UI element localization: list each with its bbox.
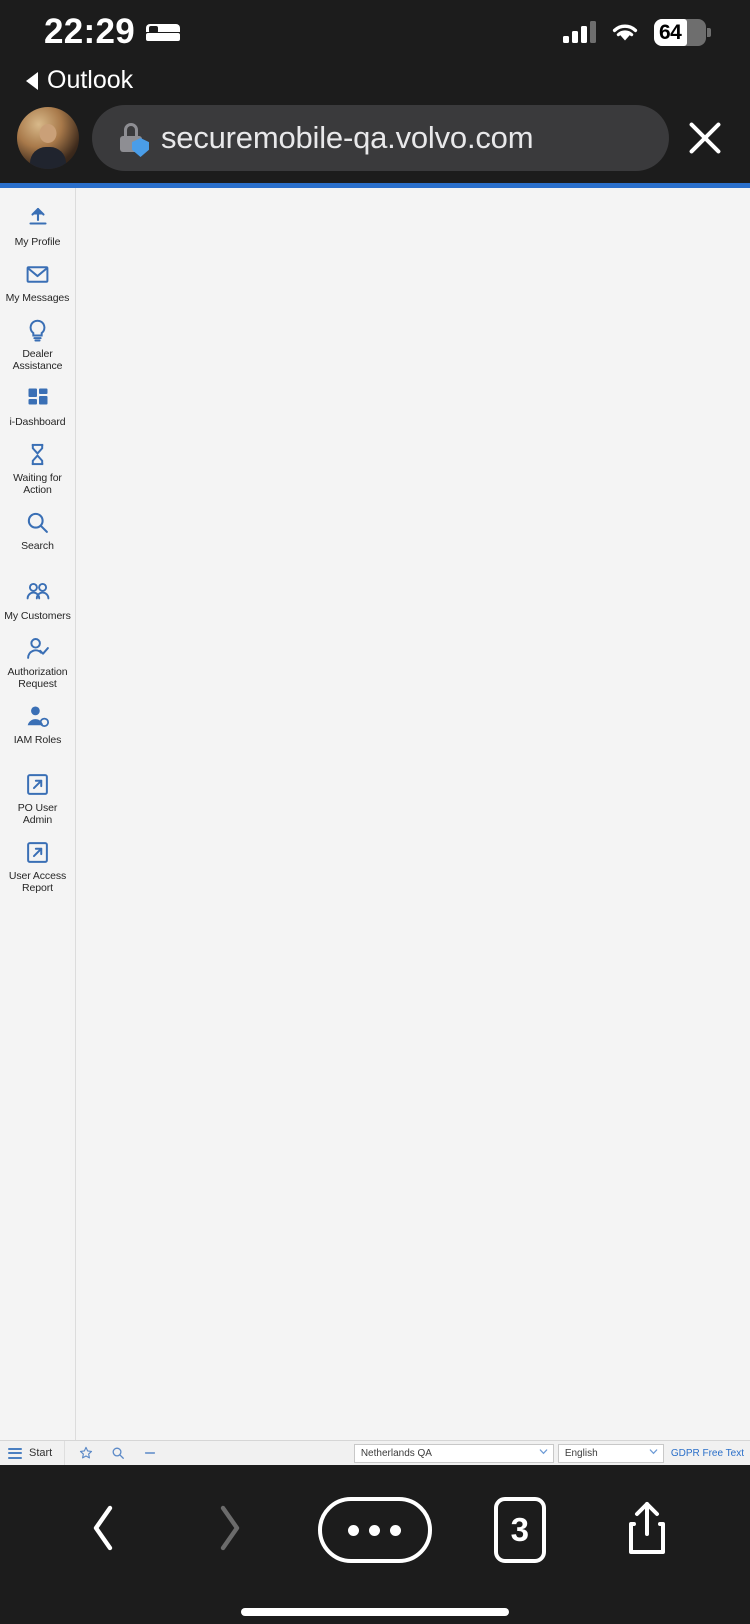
- wifi-icon: [610, 21, 640, 43]
- upload-arrow-icon: [23, 203, 53, 233]
- sidebar-label: My Customers: [4, 610, 71, 622]
- grid-squares-icon: [23, 383, 53, 413]
- sidebar-label: PO User Admin: [17, 802, 58, 826]
- ios-status-bar: 22:29 64: [0, 0, 750, 64]
- app-sidebar: My Profile My Messages Dealer Assistance…: [0, 188, 76, 1465]
- lightbulb-icon: [23, 315, 53, 345]
- sidebar-item-my-profile[interactable]: My Profile: [0, 198, 75, 254]
- browser-toolbar: 3: [0, 1465, 750, 1595]
- lock-shield-icon: [118, 122, 149, 157]
- start-menu-button[interactable]: Start: [0, 1441, 66, 1465]
- external-link-icon: [23, 769, 53, 799]
- minus-icon[interactable]: [143, 1446, 157, 1460]
- share-icon: [625, 1500, 669, 1561]
- back-button[interactable]: [64, 1491, 142, 1569]
- back-to-app-button[interactable]: Outlook: [0, 64, 750, 101]
- sidebar-label: My Messages: [5, 292, 70, 304]
- gdpr-free-text-link[interactable]: GDPR Free Text: [664, 1448, 750, 1459]
- person-check-icon: [23, 633, 53, 663]
- back-triangle-icon: [26, 71, 38, 90]
- url-text: securemobile-qa.volvo.com: [161, 120, 534, 155]
- chevron-left-icon: [90, 1504, 116, 1557]
- person-gear-icon: [23, 701, 53, 731]
- sidebar-label: User Access Report: [8, 870, 67, 894]
- address-bar-row: securemobile-qa.volvo.com: [0, 101, 750, 183]
- phone-screen: 22:29 64 Outlook securemobile-qa.volvo.c…: [0, 0, 750, 1624]
- battery-percent: 64: [659, 20, 682, 44]
- page-footer-bar: Start Netherlands QA English GDPR Free T…: [0, 1440, 750, 1465]
- tabs-button[interactable]: 3: [481, 1491, 559, 1569]
- sidebar-item-authorization-request[interactable]: Authorization Request: [0, 628, 75, 696]
- cellular-signal-icon: [563, 21, 596, 43]
- webpage-viewport: My Profile My Messages Dealer Assistance…: [0, 188, 750, 1465]
- hourglass-icon: [23, 439, 53, 469]
- chevron-right-icon: [217, 1504, 243, 1557]
- sidebar-item-po-user-admin[interactable]: PO User Admin: [0, 764, 75, 832]
- star-icon[interactable]: [79, 1446, 93, 1460]
- magnifier-icon[interactable]: [111, 1446, 125, 1460]
- bed-icon: [146, 22, 181, 43]
- two-people-icon: [23, 577, 53, 607]
- sidebar-item-my-customers[interactable]: My Customers: [0, 572, 75, 628]
- sidebar-item-dealer-assistance[interactable]: Dealer Assistance: [0, 310, 75, 378]
- status-bar-right: 64: [563, 18, 711, 46]
- envelope-icon: [23, 259, 53, 289]
- sidebar-label: IAM Roles: [13, 734, 62, 746]
- status-bar-left: 22:29: [44, 12, 181, 52]
- back-to-app-label: Outlook: [47, 66, 134, 94]
- sidebar-item-search[interactable]: Search: [0, 502, 75, 558]
- sidebar-item-user-access-report[interactable]: User Access Report: [0, 832, 75, 900]
- more-button[interactable]: [317, 1491, 432, 1569]
- url-field[interactable]: securemobile-qa.volvo.com: [92, 105, 669, 171]
- sidebar-label: i-Dashboard: [9, 416, 66, 428]
- ellipsis-icon: [317, 1497, 432, 1563]
- sidebar-item-iam-roles[interactable]: IAM Roles: [0, 696, 75, 752]
- start-label: Start: [29, 1447, 53, 1459]
- language-select-value: English: [564, 1447, 598, 1459]
- battery-icon: 64: [654, 18, 711, 46]
- sidebar-label: My Profile: [14, 236, 61, 248]
- footer-icon-group: [65, 1446, 157, 1460]
- sidebar-label: Waiting for Action: [13, 472, 62, 496]
- profile-avatar[interactable]: [17, 107, 79, 169]
- country-select-value: Netherlands QA: [360, 1447, 432, 1459]
- sidebar-item-waiting-for-action[interactable]: Waiting for Action: [0, 434, 75, 502]
- tab-count: 3: [493, 1497, 546, 1563]
- forward-button[interactable]: [191, 1491, 269, 1569]
- close-icon[interactable]: [682, 115, 728, 161]
- status-clock: 22:29: [44, 12, 136, 51]
- chevron-down-icon: [648, 1446, 659, 1460]
- share-button[interactable]: [608, 1491, 686, 1569]
- sidebar-label: Dealer Assistance: [12, 348, 63, 372]
- sidebar-label: Search: [21, 540, 54, 552]
- magnifier-icon: [23, 507, 53, 537]
- sidebar-item-my-messages[interactable]: My Messages: [0, 254, 75, 310]
- country-select[interactable]: Netherlands QA: [353, 1443, 554, 1463]
- language-select[interactable]: English: [557, 1443, 664, 1463]
- hamburger-menu-icon: [8, 1447, 22, 1459]
- sidebar-label: Authorization Request: [7, 666, 68, 690]
- external-link-icon: [23, 837, 53, 867]
- home-indicator: [0, 1595, 750, 1624]
- sidebar-item-i-dashboard[interactable]: i-Dashboard: [0, 378, 75, 434]
- chevron-down-icon: [538, 1446, 549, 1460]
